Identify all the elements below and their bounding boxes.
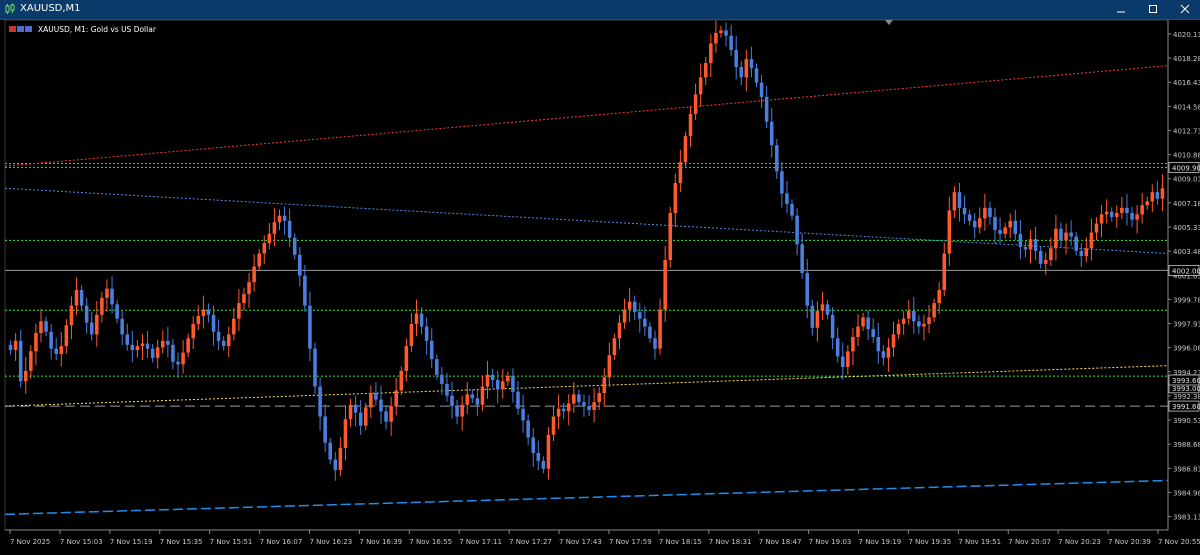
price-tick-label: 3997.93 — [1173, 321, 1200, 329]
price-tick-label: 4016.43 — [1173, 79, 1200, 87]
time-tick-label: 7 Nov 15:35 — [160, 538, 203, 546]
symbol-label: XAUUSD, M1: Gold vs US Dollar — [38, 25, 157, 34]
price-tick-label: 3990.53 — [1173, 417, 1200, 425]
svg-text:3993.60: 3993.60 — [1172, 377, 1200, 385]
plot-frame — [4, 20, 1169, 531]
price-tick-label: 4018.28 — [1173, 55, 1200, 63]
time-tick-label: 7 Nov 16:39 — [359, 538, 402, 546]
candle — [683, 131, 688, 167]
time-tick-label: 7 Nov 17:59 — [609, 538, 652, 546]
close-button[interactable] — [1174, 1, 1196, 17]
price-tick-label: 4003.48 — [1173, 248, 1200, 256]
price-tick-label: 4010.88 — [1173, 152, 1200, 160]
price-chart[interactable]: 4020.13 4018.28 4016.43 4014.58 4012.73 4010.… — [0, 20, 1200, 555]
svg-text:4002.00: 4002.00 — [1172, 267, 1200, 275]
price-tick-label: 3988.68 — [1173, 441, 1200, 449]
time-tick-label: 7 Nov 20:55 — [1158, 538, 1200, 546]
window-titlebar[interactable]: XAUUSD,M1 — [0, 0, 1200, 20]
window-title: XAUUSD,M1 — [20, 3, 81, 14]
chart-properties-icon[interactable] — [9, 26, 32, 32]
price-level-label: 3993.60 — [1168, 374, 1200, 386]
time-tick-label: 7 Nov 19:35 — [908, 538, 951, 546]
time-tick-label: 7 Nov 19:19 — [859, 538, 902, 546]
time-tick-label: 7 Nov 16:55 — [409, 538, 452, 546]
time-tick-label: 7 Nov 18:31 — [709, 538, 752, 546]
time-tick-label: 7 Nov 17:27 — [509, 538, 552, 546]
price-tick-label: 3999.78 — [1173, 296, 1200, 304]
price-level-label: 3991.60 — [1168, 400, 1200, 412]
time-tick-label: 7 Nov 15:51 — [210, 538, 253, 546]
price-tick-label: 3986.83 — [1173, 465, 1200, 473]
time-tick-label: 7 Nov 20:39 — [1108, 538, 1151, 546]
price-tick-label: 3992.38 — [1173, 393, 1200, 401]
price-level-label: 4002.00 — [1168, 265, 1200, 276]
price-tick-label: 4009.03 — [1173, 176, 1200, 184]
maximize-icon — [1149, 5, 1157, 13]
time-tick-label: 7 Nov 15:19 — [110, 538, 153, 546]
price-tick-label: 3983.13 — [1173, 514, 1200, 522]
price-tick-label: 4020.13 — [1173, 31, 1200, 39]
time-tick-label: 7 Nov 15:03 — [60, 538, 103, 546]
close-icon — [1180, 4, 1190, 14]
price-tick-label: 4014.58 — [1173, 103, 1200, 111]
price-tick-label: 3984.98 — [1173, 489, 1200, 497]
price-tick-label: 4007.18 — [1173, 200, 1200, 208]
price-level-label: 4009.90 — [1168, 161, 1200, 173]
time-tick-label: 7 Nov 20:23 — [1058, 538, 1101, 546]
time-tick-label: 7 Nov 19:51 — [958, 538, 1001, 546]
candle — [668, 206, 673, 268]
svg-text:4009.90: 4009.90 — [1172, 164, 1200, 172]
time-tick-label: 7 Nov 18:15 — [659, 538, 702, 546]
time-tick-label: 7 Nov 17:43 — [559, 538, 602, 546]
time-tick-label: 7 Nov 18:47 — [759, 538, 802, 546]
candlestick-chart-icon — [5, 3, 15, 14]
svg-text:3993.00: 3993.00 — [1172, 385, 1200, 393]
svg-text:3991.60: 3991.60 — [1172, 403, 1200, 411]
candle — [313, 342, 317, 395]
time-tick-label: 7 Nov 20:07 — [1008, 538, 1051, 546]
maximize-button[interactable] — [1142, 1, 1164, 17]
chart-area[interactable]: 4020.13 4018.28 4016.43 4014.58 4012.73 4010.… — [0, 20, 1200, 555]
time-tick-label: 7 Nov 2025 — [10, 538, 50, 546]
time-tick-label: 7 Nov 19:03 — [809, 538, 852, 546]
price-tick-label: 4012.73 — [1173, 127, 1200, 135]
minimize-icon — [1117, 11, 1125, 13]
time-tick-label: 7 Nov 16:07 — [260, 538, 303, 546]
price-tick-label: 3996.08 — [1173, 345, 1200, 353]
minimize-button[interactable] — [1110, 1, 1132, 17]
time-tick-label: 7 Nov 16:23 — [309, 538, 352, 546]
price-tick-label: 4005.33 — [1173, 224, 1200, 232]
time-tick-label: 7 Nov 17:11 — [459, 538, 502, 546]
